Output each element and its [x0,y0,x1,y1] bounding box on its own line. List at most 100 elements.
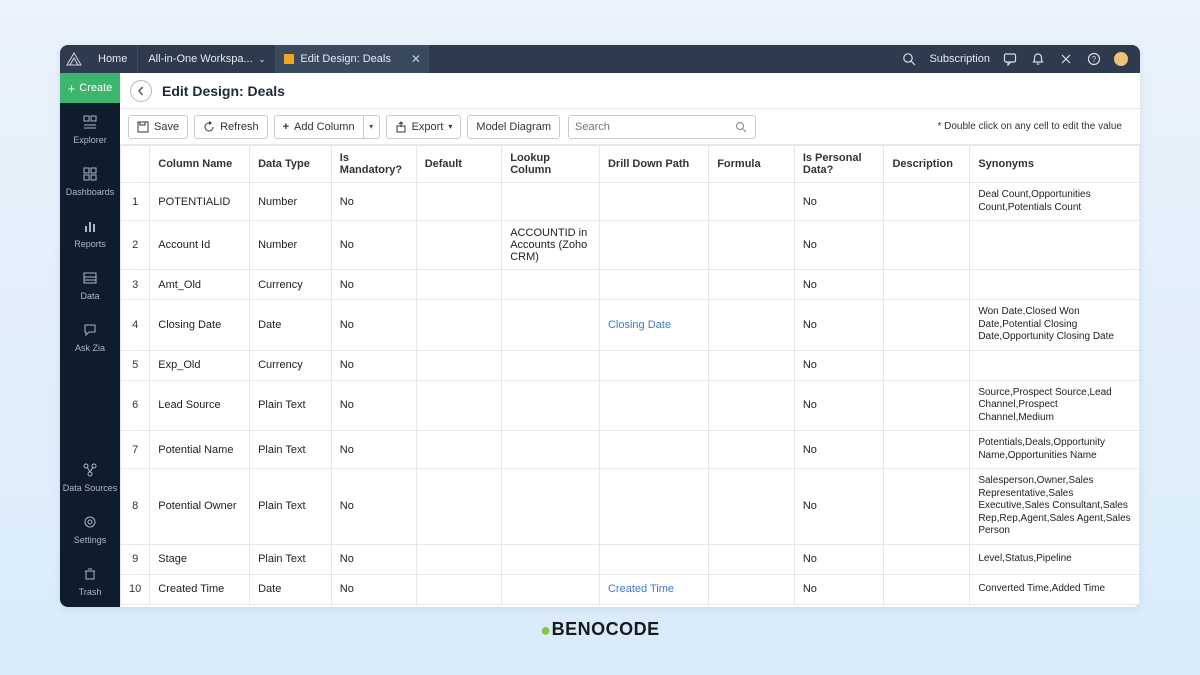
table-cell[interactable] [709,350,795,380]
table-cell[interactable]: Plain Text [250,380,332,431]
col-data-type[interactable]: Data Type [250,146,332,183]
col-personal[interactable]: Is Personal Data? [794,146,884,183]
table-cell[interactable] [884,431,970,469]
table-cell[interactable] [502,380,600,431]
table-cell[interactable]: 9 [121,544,150,574]
close-icon[interactable]: ✕ [397,52,421,66]
chat-icon[interactable] [1002,51,1018,67]
table-row[interactable]: 3Amt_OldCurrencyNoNo [121,270,1140,300]
table-row[interactable]: 4Closing DateDateNoClosing DateNoWon Dat… [121,300,1140,351]
table-cell[interactable]: 6 [121,380,150,431]
table-cell[interactable] [884,183,970,221]
table-cell[interactable] [502,350,600,380]
table-cell[interactable]: No [331,221,416,270]
col-description[interactable]: Description [884,146,970,183]
table-cell[interactable]: Source,Prospect Source,Lead Channel,Pros… [970,380,1140,431]
table-cell[interactable]: Closing Date [150,300,250,351]
table-cell[interactable]: No [794,350,884,380]
table-cell[interactable] [416,469,502,545]
sidebar-item-data-sources[interactable]: Data Sources [60,451,120,503]
table-cell[interactable]: Date [250,574,332,604]
table-row[interactable]: 10Created TimeDateNoCreated TimeNoConver… [121,574,1140,604]
table-cell[interactable] [709,574,795,604]
col-column-name[interactable]: Column Name [150,146,250,183]
table-cell[interactable]: No [794,469,884,545]
table-cell[interactable]: Stage [150,544,250,574]
sidebar-item-trash[interactable]: Trash [60,555,120,607]
table-cell[interactable] [416,350,502,380]
table-cell[interactable] [502,431,600,469]
table-cell[interactable] [709,183,795,221]
table-cell[interactable] [709,270,795,300]
table-row[interactable]: 7Potential NamePlain TextNoNoPotentials,… [121,431,1140,469]
table-cell[interactable] [416,300,502,351]
table-row[interactable]: 8Potential OwnerPlain TextNoNoSalesperso… [121,469,1140,545]
table-cell[interactable] [599,469,708,545]
table-cell[interactable]: Lead Source [150,380,250,431]
sidebar-item-settings[interactable]: Settings [60,503,120,555]
table-cell[interactable] [416,380,502,431]
table-cell[interactable] [599,270,708,300]
table-cell[interactable]: No [794,574,884,604]
table-cell[interactable] [416,183,502,221]
table-cell[interactable]: No [794,380,884,431]
table-cell[interactable]: Date [250,300,332,351]
table-cell[interactable] [970,221,1140,270]
help-icon[interactable]: ? [1086,51,1102,67]
table-cell[interactable] [416,431,502,469]
table-cell[interactable] [502,270,600,300]
search-icon[interactable] [901,51,917,67]
table-cell[interactable]: 4 [121,300,150,351]
table-cell[interactable] [599,350,708,380]
table-cell[interactable] [884,221,970,270]
table-cell[interactable]: Number [250,221,332,270]
table-cell[interactable] [599,380,708,431]
back-button[interactable] [130,80,152,102]
table-cell[interactable]: Potential Name [150,431,250,469]
table-cell[interactable] [416,544,502,574]
table-cell[interactable]: Level,Status,Pipeline [970,544,1140,574]
export-button[interactable]: Export ▾ [386,115,462,139]
table-cell[interactable]: Plain Text [250,544,332,574]
table-cell[interactable]: 2 [121,221,150,270]
table-cell[interactable] [970,270,1140,300]
table-cell[interactable]: No [794,183,884,221]
subscription-link[interactable]: Subscription [929,53,990,65]
table-cell[interactable]: Potentials,Deals,Opportunity Name,Opport… [970,431,1140,469]
table-cell[interactable] [884,350,970,380]
table-cell[interactable] [599,544,708,574]
table-cell[interactable] [884,544,970,574]
refresh-button[interactable]: Refresh [194,115,268,139]
create-button[interactable]: + Create [60,73,120,103]
table-cell[interactable]: Closing Date [599,300,708,351]
table-cell[interactable]: Currency [250,270,332,300]
table-cell[interactable] [502,574,600,604]
table-cell[interactable]: No [331,574,416,604]
table-cell[interactable]: Plain Text [250,469,332,545]
tab-edit-design[interactable]: Edit Design: Deals ✕ [276,45,429,73]
table-row[interactable]: 9StagePlain TextNoNoLevel,Status,Pipelin… [121,544,1140,574]
table-cell[interactable]: 8 [121,469,150,545]
table-cell[interactable] [416,221,502,270]
table-cell[interactable]: Number [250,183,332,221]
sidebar-item-data[interactable]: Data [60,259,120,311]
table-cell[interactable]: Currency [250,350,332,380]
table-cell[interactable]: Account Id [150,221,250,270]
table-cell[interactable] [709,221,795,270]
table-cell[interactable]: No [331,350,416,380]
table-cell[interactable] [709,300,795,351]
table-cell[interactable]: Created Time [599,574,708,604]
table-row[interactable]: 6Lead SourcePlain TextNoNoSource,Prospec… [121,380,1140,431]
table-cell[interactable] [416,574,502,604]
table-row[interactable]: 2Account IdNumberNoACCOUNTID in Accounts… [121,221,1140,270]
table-cell[interactable]: POTENTIALID [150,183,250,221]
add-column-dropdown[interactable]: ▾ [364,115,380,139]
avatar[interactable] [1114,52,1128,66]
table-cell[interactable]: No [331,469,416,545]
table-cell[interactable]: 10 [121,574,150,604]
col-default[interactable]: Default [416,146,502,183]
table-cell[interactable]: No [794,300,884,351]
table-cell[interactable]: No [331,431,416,469]
bell-icon[interactable] [1030,51,1046,67]
table-cell[interactable]: Potential Owner [150,469,250,545]
